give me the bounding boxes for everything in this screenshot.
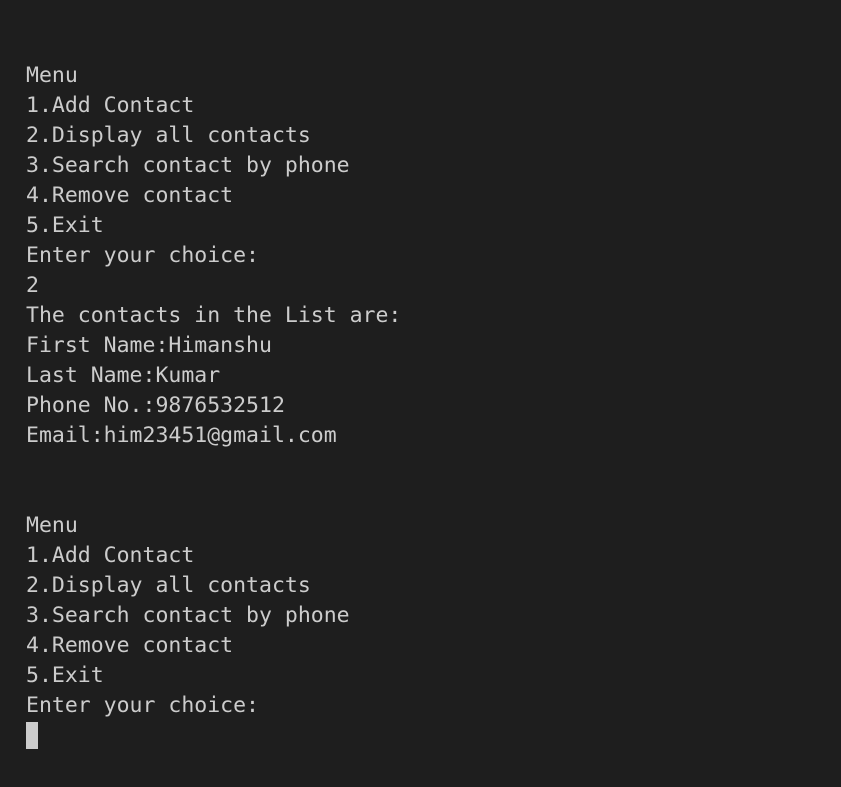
menu-option-search-contact: 3.Search contact by phone (26, 153, 350, 178)
menu-title: Menu (26, 63, 78, 88)
user-input-choice: 2 (26, 273, 39, 298)
menu-option-remove-contact: 4.Remove contact (26, 633, 234, 658)
contact-email: Email:him23451@gmail.com (26, 423, 337, 448)
menu-option-exit: 5.Exit (26, 213, 104, 238)
contact-phone: Phone No.:9876532512 (26, 393, 285, 418)
text-cursor (26, 722, 38, 749)
menu-option-search-contact: 3.Search contact by phone (26, 603, 350, 628)
menu-option-display-contacts: 2.Display all contacts (26, 573, 311, 598)
contact-first-name: First Name:Himanshu (26, 333, 272, 358)
menu-option-remove-contact: 4.Remove contact (26, 183, 234, 208)
terminal-output[interactable]: Menu 1.Add Contact 2.Display all contact… (0, 0, 841, 787)
choice-prompt: Enter your choice: (26, 243, 259, 268)
menu-option-add-contact: 1.Add Contact (26, 93, 195, 118)
menu-option-exit: 5.Exit (26, 663, 104, 688)
contact-last-name: Last Name:Kumar (26, 363, 221, 388)
input-line[interactable] (26, 721, 841, 751)
menu-option-add-contact: 1.Add Contact (26, 543, 195, 568)
contacts-list-heading: The contacts in the List are: (26, 303, 402, 328)
menu-title: Menu (26, 513, 78, 538)
choice-prompt: Enter your choice: (26, 693, 259, 718)
menu-option-display-contacts: 2.Display all contacts (26, 123, 311, 148)
